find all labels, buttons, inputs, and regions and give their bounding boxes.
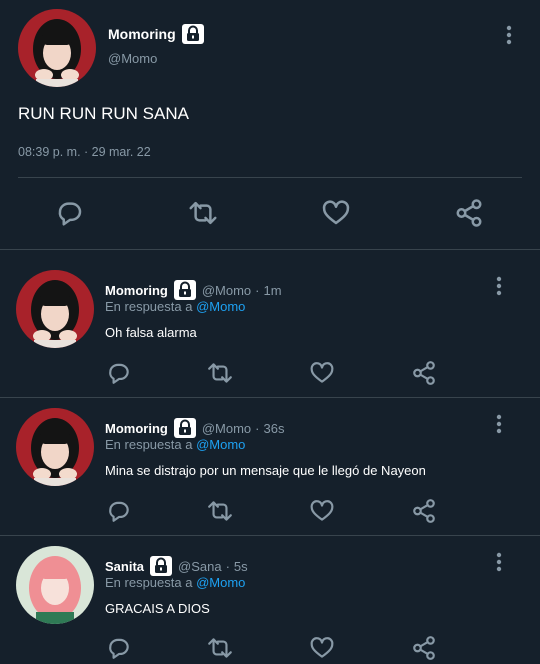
- reply-icon: [109, 638, 129, 659]
- like-button[interactable]: [318, 196, 354, 230]
- tweet-author-name[interactable]: Momoring: [108, 24, 204, 44]
- share-icon: [413, 636, 435, 660]
- more-icon[interactable]: [489, 412, 509, 436]
- avatar[interactable]: [16, 270, 94, 348]
- reply-text: Mina se distrajo por un mensaje que le l…: [105, 463, 426, 478]
- reply-author-handle: @Momo: [201, 282, 252, 298]
- reply-text: Oh falsa alarma: [105, 325, 197, 340]
- tweet-timestamp[interactable]: 08:39 p. m. · 29 mar. 22: [18, 145, 151, 159]
- reply-time[interactable]: 1m: [264, 283, 282, 298]
- share-button[interactable]: [451, 196, 487, 230]
- share-button[interactable]: [409, 497, 439, 525]
- lock-icon: [173, 418, 196, 438]
- reply-context-label: En respuesta a: [105, 299, 193, 314]
- like-icon: [310, 362, 334, 383]
- reply-separator: ·: [225, 558, 230, 574]
- reply-separator: ·: [255, 420, 260, 436]
- reply-button[interactable]: [104, 497, 134, 525]
- reply-author-name[interactable]: Momoring: [105, 283, 168, 298]
- retweet-button[interactable]: [185, 196, 221, 230]
- retweet-button[interactable]: [205, 359, 235, 387]
- lock-icon: [150, 556, 173, 576]
- reply-mention-link[interactable]: @Momo: [196, 575, 245, 590]
- reply-time[interactable]: 5s: [234, 559, 248, 574]
- lock-icon: [181, 24, 204, 44]
- like-icon: [322, 200, 350, 225]
- reply-author-name[interactable]: Momoring: [105, 421, 168, 436]
- reply-icon: [109, 501, 129, 522]
- reply-separator: ·: [255, 282, 260, 298]
- retweet-button[interactable]: [205, 497, 235, 525]
- retweet-icon: [208, 638, 232, 658]
- retweet-icon: [208, 501, 232, 521]
- reply-context-label: En respuesta a: [105, 437, 193, 452]
- retweet-button[interactable]: [205, 634, 235, 662]
- share-icon: [413, 361, 435, 385]
- more-icon[interactable]: [489, 550, 509, 574]
- tweet-author-handle[interactable]: @Momo: [108, 51, 157, 66]
- avatar[interactable]: [16, 408, 94, 486]
- tweet-text: RUN RUN RUN SANA: [18, 104, 189, 123]
- divider: [0, 249, 540, 250]
- reply-mention-link[interactable]: @Momo: [196, 437, 245, 452]
- like-button[interactable]: [307, 497, 337, 525]
- like-button[interactable]: [307, 359, 337, 387]
- reply-author-handle: @Momo: [201, 420, 252, 436]
- reply-button[interactable]: [104, 359, 134, 387]
- divider: [18, 177, 522, 178]
- retweet-icon: [208, 363, 232, 383]
- reply-context-label: En respuesta a: [105, 575, 193, 590]
- share-button[interactable]: [409, 359, 439, 387]
- reply-author-handle: @Sana: [178, 558, 222, 574]
- reply-header[interactable]: Momoring @Momo · 36s: [105, 418, 284, 438]
- author-name-label: Momoring: [108, 26, 176, 42]
- reply-text: GRACAIS A DIOS: [105, 601, 210, 616]
- divider: [0, 397, 540, 398]
- avatar[interactable]: [18, 9, 96, 87]
- share-button[interactable]: [409, 634, 439, 662]
- reply-icon: [109, 363, 129, 384]
- share-icon: [456, 199, 482, 227]
- reply-author-name[interactable]: Sanita: [105, 559, 144, 574]
- avatar[interactable]: [16, 546, 94, 624]
- like-button[interactable]: [307, 634, 337, 662]
- reply-button[interactable]: [52, 196, 88, 230]
- reply-mention-link[interactable]: @Momo: [196, 299, 245, 314]
- reply-button[interactable]: [104, 634, 134, 662]
- reply-context: En respuesta a @Momo: [105, 299, 245, 314]
- reply-time[interactable]: 36s: [264, 421, 285, 436]
- share-icon: [413, 499, 435, 523]
- more-icon[interactable]: [489, 274, 509, 298]
- reply-header[interactable]: Sanita @Sana · 5s: [105, 556, 248, 576]
- reply-header[interactable]: Momoring @Momo · 1m: [105, 280, 282, 300]
- lock-icon: [173, 280, 196, 300]
- like-icon: [310, 500, 334, 521]
- like-icon: [310, 637, 334, 658]
- retweet-icon: [189, 201, 217, 225]
- divider: [0, 535, 540, 536]
- more-icon[interactable]: [499, 23, 519, 47]
- reply-context: En respuesta a @Momo: [105, 575, 245, 590]
- reply-icon: [58, 202, 82, 226]
- reply-context: En respuesta a @Momo: [105, 437, 245, 452]
